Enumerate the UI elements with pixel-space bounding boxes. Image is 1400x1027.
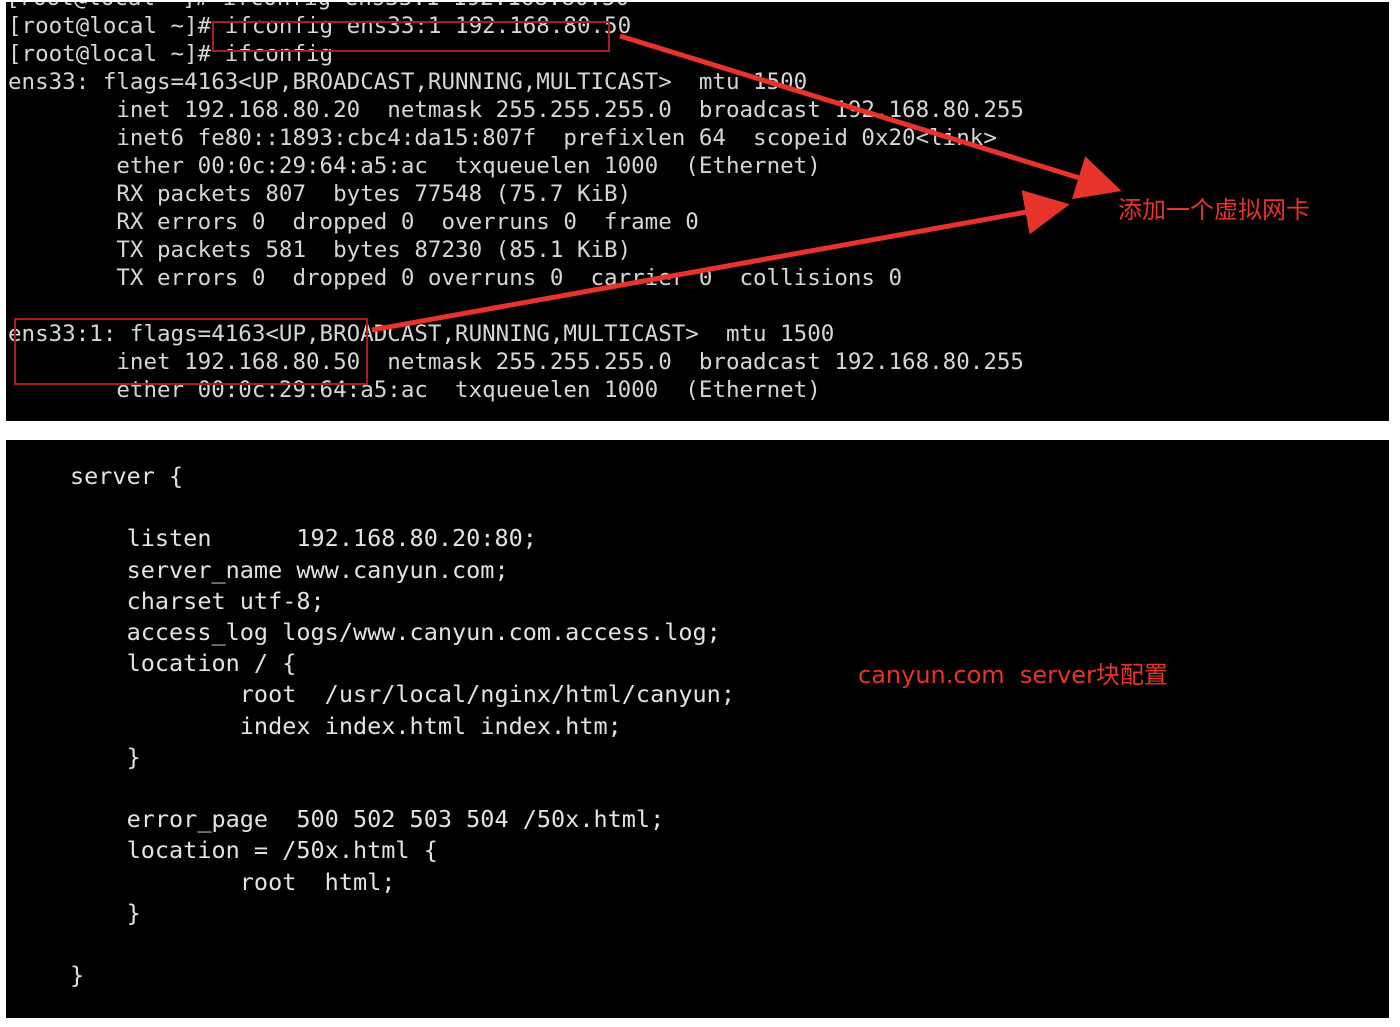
config-line: } [70, 742, 141, 771]
config-line: root html; [70, 867, 396, 896]
terminal-line: inet 192.168.80.20 netmask 255.255.255.0… [8, 97, 1024, 123]
config-line: server { [70, 462, 184, 490]
terminal-line: inet 192.168.80.50 netmask 255.255.255.0… [8, 349, 1024, 375]
config-line: } [70, 898, 141, 927]
config-line: access_log logs/www.canyun.com.access.lo… [70, 618, 721, 646]
terminal-line: inet6 fe80::1893:cbc4:da15:807f prefixle… [8, 125, 997, 151]
clipped-top-terminal-line: [root@local ~]# ifconfig ens33:1 192.168… [6, 2, 629, 12]
config-line: error_page 500 502 503 504 /50x.html; [70, 805, 665, 834]
nginx-config-panel: server { listen 192.168.80.20:80; server… [6, 440, 1389, 1018]
terminal-line: ether 00:0c:29:64:a5:ac txqueuelen 1000 … [8, 377, 821, 403]
terminal-line: [root@local ~]# ifconfig ens33:1 192.168… [8, 13, 632, 39]
config-line: index index.html index.htm; [70, 711, 622, 740]
terminal-line: TX errors 0 dropped 0 overruns 0 carrier… [8, 265, 903, 291]
config-line: location = /50x.html { [70, 836, 438, 865]
terminal-line: TX packets 581 bytes 87230 (85.1 KiB) [8, 237, 632, 263]
terminal-line: ens33:1: flags=4163<UP,BROADCAST,RUNNING… [8, 321, 835, 347]
annotation-virtual-nic: 添加一个虚拟网卡 [1118, 196, 1310, 224]
config-line: } [70, 961, 85, 990]
config-line: listen 192.168.80.20:80; [70, 524, 537, 553]
config-line: server_name www.canyun.com; [70, 555, 509, 584]
terminal-line: RX packets 807 bytes 77548 (75.7 KiB) [8, 181, 632, 207]
config-line: charset utf-8; [70, 586, 325, 615]
terminal-line: [root@local ~]# ifconfig [8, 41, 334, 67]
terminal-line: ether 00:0c:29:64:a5:ac txqueuelen 1000 … [8, 153, 821, 179]
terminal-line: RX errors 0 dropped 0 overruns 0 frame 0 [8, 209, 699, 235]
config-line: location / { [70, 649, 297, 678]
terminal-line: ens33: flags=4163<UP,BROADCAST,RUNNING,M… [8, 69, 808, 95]
config-line: root /usr/local/nginx/html/canyun; [70, 680, 735, 709]
annotation-server-block: canyun.com server块配置 [858, 661, 1168, 689]
